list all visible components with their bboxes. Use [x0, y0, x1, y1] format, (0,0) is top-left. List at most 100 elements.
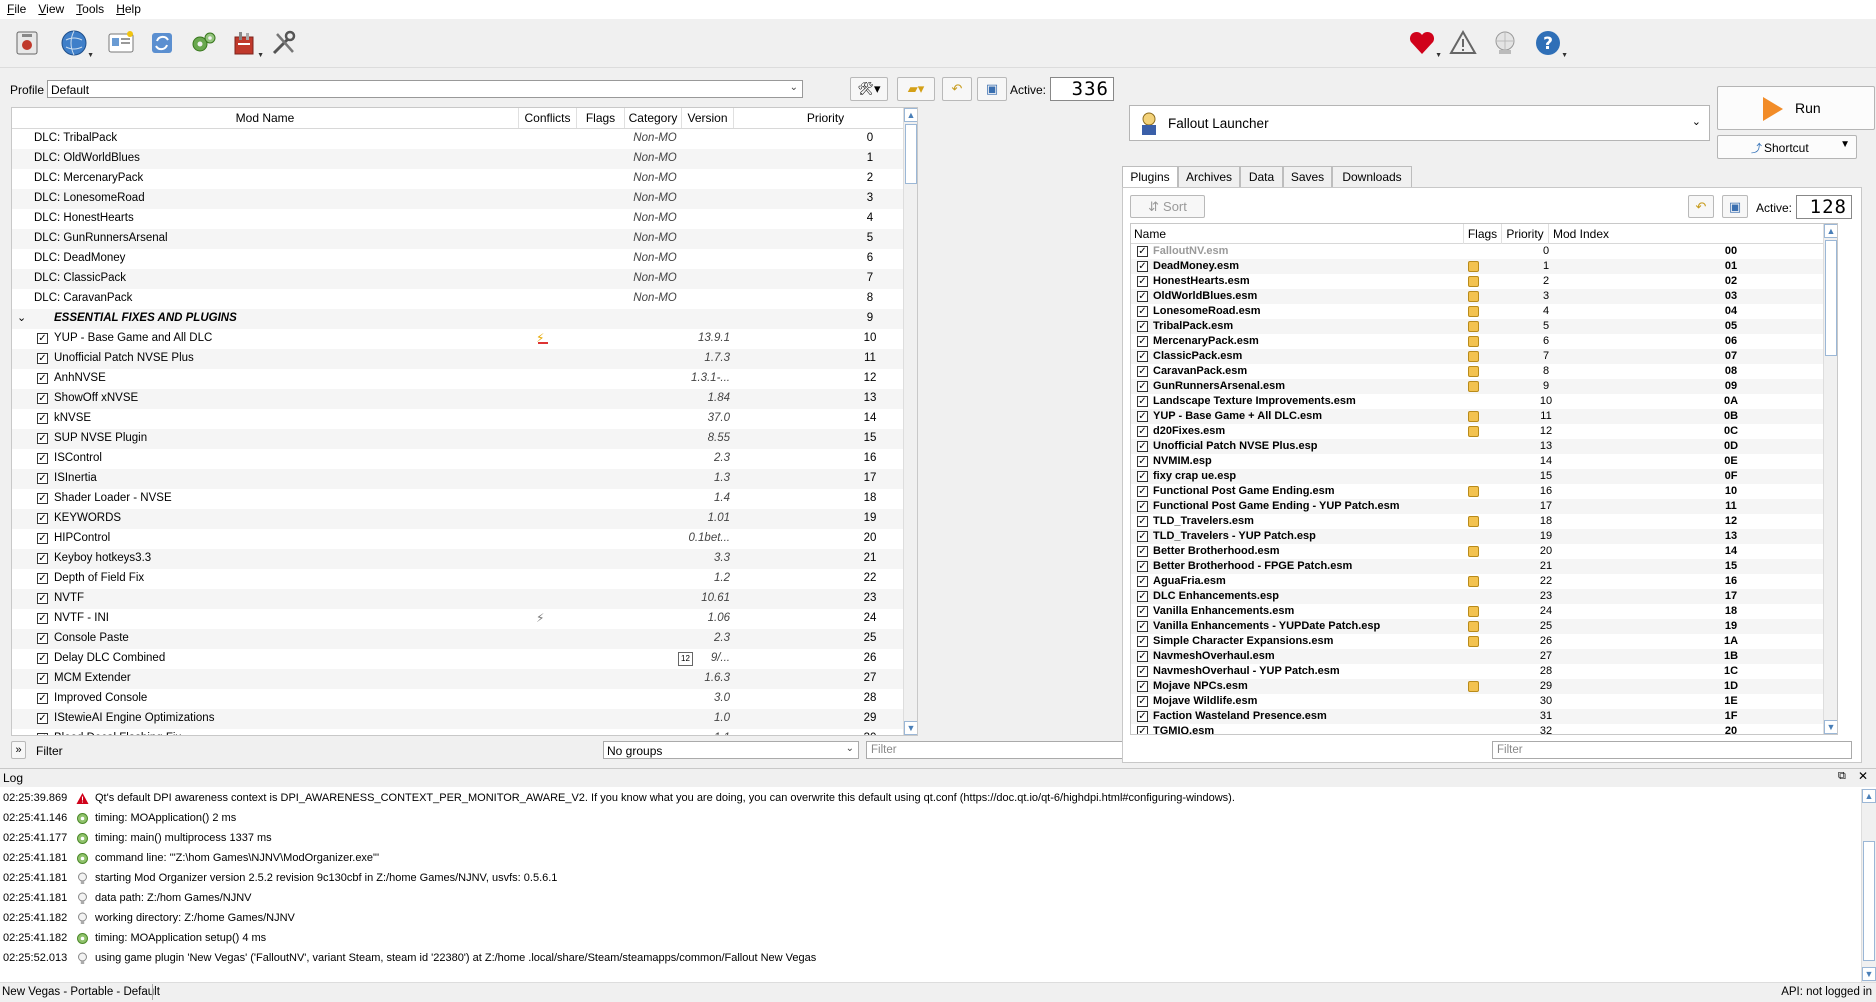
log-entry[interactable]: 02:25:41.181 starting Mod Organizer versi…	[0, 869, 1860, 889]
plugin-enabled-checkbox[interactable]: ✓	[1137, 276, 1148, 287]
mod-row[interactable]: ✓ NVTF 10.61 23	[12, 589, 917, 609]
menu-tools[interactable]: Tools	[69, 0, 109, 16]
tab-archives[interactable]: Archives	[1178, 166, 1240, 188]
plugin-enabled-checkbox[interactable]: ✓	[1137, 426, 1148, 437]
mod-row[interactable]: DLC: GunRunnersArsenal Non-MO 5	[12, 229, 917, 249]
mod-enabled-checkbox[interactable]: ✓	[37, 693, 48, 704]
plugin-row[interactable]: ✓ ClassicPack.esm 7 07	[1131, 349, 1837, 364]
mod-enabled-checkbox[interactable]: ✓	[37, 433, 48, 444]
plugin-enabled-checkbox[interactable]: ✓	[1137, 501, 1148, 512]
plugin-filter-input[interactable]: Filter	[1492, 741, 1852, 759]
plugin-row[interactable]: ✓ Functional Post Game Ending.esm 16 10	[1131, 484, 1837, 499]
restore-backup-button[interactable]: ↶	[942, 77, 972, 101]
plugin-row[interactable]: ✓ Faction Wasteland Presence.esm 31 1F	[1131, 709, 1837, 724]
mod-actions-button[interactable]: 🛠▾	[850, 77, 888, 101]
update-button[interactable]	[1487, 25, 1523, 61]
tab-plugins[interactable]: Plugins	[1122, 166, 1178, 189]
plugin-enabled-checkbox[interactable]: ✓	[1137, 381, 1148, 392]
filter-toggle-button[interactable]: »	[11, 741, 26, 759]
mod-enabled-checkbox[interactable]: ✓	[37, 333, 48, 344]
plugin-row[interactable]: ✓ TGMIQ.esm 32 20	[1131, 724, 1837, 734]
mod-row[interactable]: ✓ Shader Loader - NVSE 1.4 18	[12, 489, 917, 509]
mod-row[interactable]: ✓ AnhNVSE 1.3.1-... 12	[12, 369, 917, 389]
plugin-row[interactable]: ✓ FalloutNV.esm 0 00	[1131, 244, 1837, 259]
plugin-row[interactable]: ✓ Vanilla Enhancements.esm 24 18	[1131, 604, 1837, 619]
plugin-enabled-checkbox[interactable]: ✓	[1137, 291, 1148, 302]
col-category[interactable]: Category	[625, 108, 682, 128]
mod-row[interactable]: ✓ MCM Extender 1.6.3 27	[12, 669, 917, 689]
col-mod-index[interactable]: Mod Index	[1549, 224, 1824, 244]
scroll-thumb[interactable]	[1825, 240, 1837, 356]
mod-enabled-checkbox[interactable]: ✓	[37, 653, 48, 664]
mod-enabled-checkbox[interactable]: ✓	[37, 513, 48, 524]
mod-enabled-checkbox[interactable]: ✓	[37, 393, 48, 404]
plugin-row[interactable]: ✓ Simple Character Expansions.esm 26 1A	[1131, 634, 1837, 649]
plugin-enabled-checkbox[interactable]: ✓	[1137, 711, 1148, 722]
endorse-button[interactable]: ▼	[1404, 25, 1442, 61]
profiles-button[interactable]	[103, 25, 139, 61]
plugin-row[interactable]: ✓ LonesomeRoad.esm 4 04	[1131, 304, 1837, 319]
plugin-row[interactable]: ✓ CaravanPack.esm 8 08	[1131, 364, 1837, 379]
mod-enabled-checkbox[interactable]: ✓	[37, 553, 48, 564]
groups-select[interactable]: No groups ⌄	[603, 741, 859, 759]
plugin-row[interactable]: ✓ NavmeshOverhaul - YUP Patch.esm 28 1C	[1131, 664, 1837, 679]
log-entry[interactable]: 02:25:41.182 timing: MOApplication setup(…	[0, 929, 1860, 949]
mod-row[interactable]: DLC: LonesomeRoad Non-MO 3	[12, 189, 917, 209]
help-button[interactable]: ? ▼	[1530, 25, 1568, 61]
plugin-list[interactable]: Name Flags Priority Mod Index ✓ FalloutNV…	[1130, 223, 1838, 735]
profile-select[interactable]: Default ⌄	[47, 80, 803, 98]
mod-row[interactable]: ✓ YUP - Base Game and All DLC ⚡ 13.9.1 10	[12, 329, 917, 349]
col-conflicts[interactable]: Conflicts	[519, 108, 577, 128]
scroll-thumb[interactable]	[1863, 841, 1875, 961]
mod-row[interactable]: ✓ KEYWORDS 1.01 19	[12, 509, 917, 529]
menu-help[interactable]: Help	[109, 0, 146, 16]
plugin-enabled-checkbox[interactable]: ✓	[1137, 321, 1148, 332]
mod-row[interactable]: DLC: DeadMoney Non-MO 6	[12, 249, 917, 269]
log-entry[interactable]: 02:25:41.181 command line: '"Z:\hom Games…	[0, 849, 1860, 869]
mod-row[interactable]: ✓ IStewieAI Engine Optimizations 1.0 29	[12, 709, 917, 729]
plugin-enabled-checkbox[interactable]: ✓	[1137, 636, 1148, 647]
menu-file[interactable]: File	[0, 0, 31, 16]
plugin-row[interactable]: ✓ TLD_Travelers - YUP Patch.esp 19 13	[1131, 529, 1837, 544]
mod-row[interactable]: ✓ Console Paste 2.3 25	[12, 629, 917, 649]
plugin-row[interactable]: ✓ HonestHearts.esm 2 02	[1131, 274, 1837, 289]
mod-enabled-checkbox[interactable]: ✓	[37, 593, 48, 604]
mod-row[interactable]: ✓ ISControl 2.3 16	[12, 449, 917, 469]
mod-enabled-checkbox[interactable]: ✓	[37, 713, 48, 724]
plugin-enabled-checkbox[interactable]: ✓	[1137, 306, 1148, 317]
tab-data[interactable]: Data	[1240, 166, 1283, 188]
close-icon[interactable]: ✕	[1858, 769, 1868, 783]
float-icon[interactable]: ⧉	[1838, 770, 1846, 783]
mod-row[interactable]: ✓ ISInertia 1.3 17	[12, 469, 917, 489]
plugin-enabled-checkbox[interactable]: ✓	[1137, 486, 1148, 497]
plugin-enabled-checkbox[interactable]: ✓	[1137, 471, 1148, 482]
executables-button[interactable]	[185, 25, 221, 61]
mod-row[interactable]: ✓ ShowOff xNVSE 1.84 13	[12, 389, 917, 409]
mod-filter-input[interactable]: Filter	[866, 741, 1126, 759]
plugin-enabled-checkbox[interactable]: ✓	[1137, 666, 1148, 677]
mod-enabled-checkbox[interactable]: ✓	[37, 573, 48, 584]
mod-enabled-checkbox[interactable]: ✓	[37, 613, 48, 624]
plugin-enabled-checkbox[interactable]: ✓	[1137, 246, 1148, 257]
plugin-enabled-checkbox[interactable]: ✓	[1137, 366, 1148, 377]
log-entry[interactable]: 02:25:41.182 working directory: Z:/home G…	[0, 909, 1860, 929]
mod-list-scrollbar[interactable]: ▲ ▼	[903, 108, 917, 735]
plugin-enabled-checkbox[interactable]: ✓	[1137, 726, 1148, 734]
plugin-row[interactable]: ✓ TribalPack.esm 5 05	[1131, 319, 1837, 334]
mod-row[interactable]: DLC: CaravanPack Non-MO 8	[12, 289, 917, 309]
tab-downloads[interactable]: Downloads	[1332, 166, 1412, 188]
mod-row[interactable]: ✓ Depth of Field Fix 1.2 22	[12, 569, 917, 589]
mod-enabled-checkbox[interactable]: ✓	[37, 413, 48, 424]
plugin-row[interactable]: ✓ Better Brotherhood - FPGE Patch.esm 21 15	[1131, 559, 1837, 574]
mod-row[interactable]: ✓ Delay DLC Combined 12 9/... 26	[12, 649, 917, 669]
plugin-enabled-checkbox[interactable]: ✓	[1137, 651, 1148, 662]
plugin-enabled-checkbox[interactable]: ✓	[1137, 681, 1148, 692]
log-entry[interactable]: 02:25:41.181 data path: Z:/hom Games/NJNV	[0, 889, 1860, 909]
mod-row[interactable]: ✓ HIPControl 0.1bet... 20	[12, 529, 917, 549]
col-plugin-name[interactable]: Name	[1131, 224, 1464, 244]
log-entry[interactable]: 02:25:52.013 using game plugin 'New Vegas…	[0, 949, 1860, 969]
mod-row[interactable]: DLC: TribalPack Non-MO 0	[12, 129, 917, 149]
scroll-down-icon[interactable]: ▼	[1862, 967, 1876, 981]
executable-select[interactable]: Fallout Launcher ⌄	[1129, 105, 1710, 141]
plugin-row[interactable]: ✓ Mojave Wildlife.esm 30 1E	[1131, 694, 1837, 709]
